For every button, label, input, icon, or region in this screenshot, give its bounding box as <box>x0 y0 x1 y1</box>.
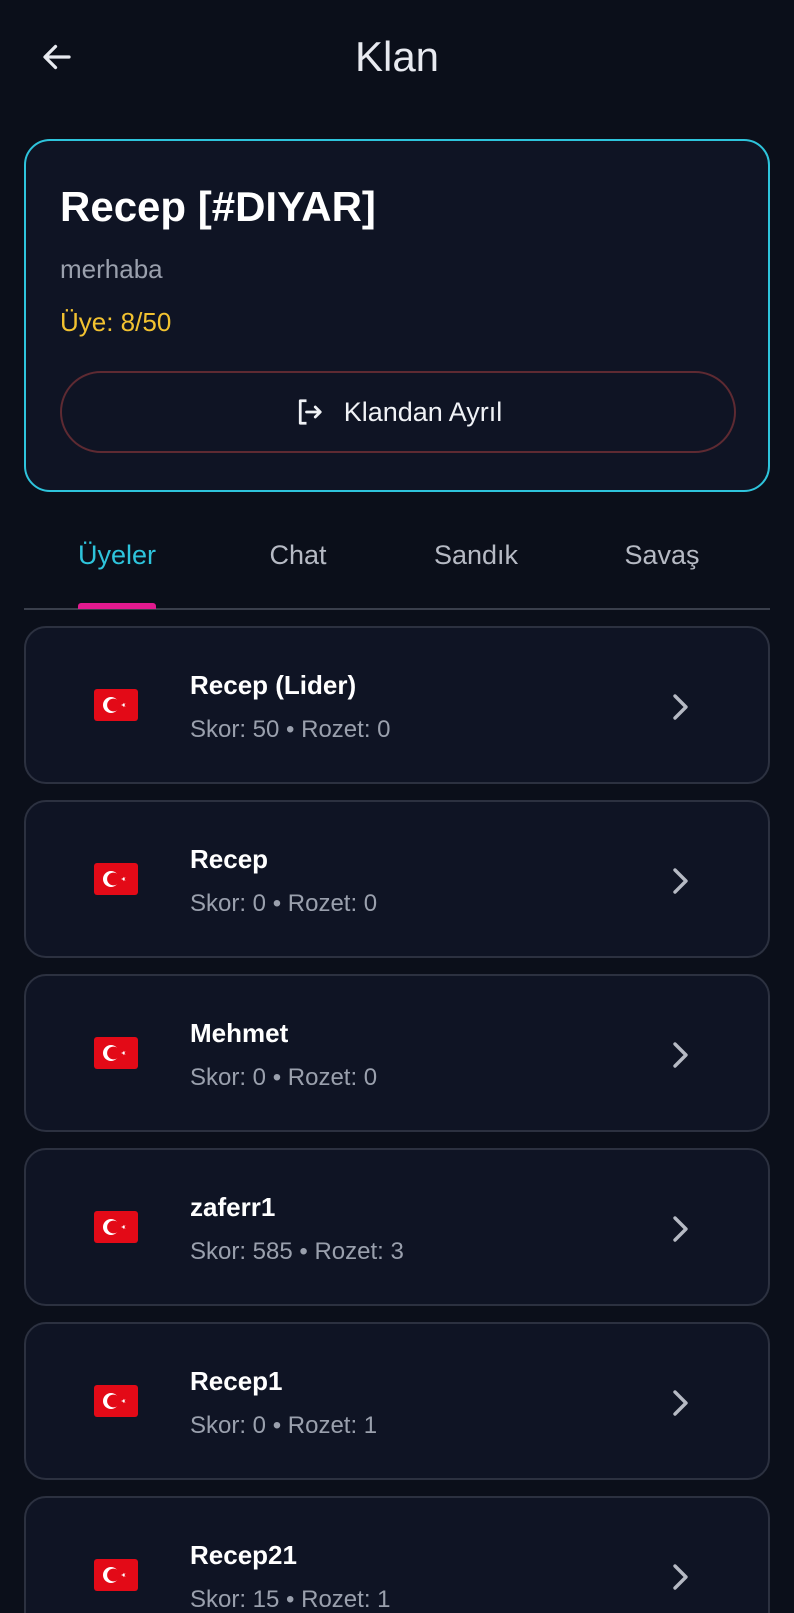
chevron-right-icon <box>673 1390 688 1416</box>
turkey-flag-icon <box>94 689 138 721</box>
app-header: Klan <box>0 0 794 112</box>
tab-members[interactable]: Üyeler <box>58 540 176 590</box>
logout-icon <box>298 399 322 425</box>
member-stats: Skor: 0 • Rozet: 0 <box>190 1064 378 1091</box>
member-stats: Skor: 585 • Rozet: 3 <box>190 1238 404 1265</box>
turkey-flag-icon <box>94 1211 138 1243</box>
member-name: Recep (Lider) <box>190 670 357 700</box>
clan-name: Recep [#DIYAR] <box>60 183 376 230</box>
member-name: Recep21 <box>190 1540 297 1570</box>
member-name: Recep <box>190 844 269 874</box>
clan-page: Klan Recep [#DIYAR] merhaba Üye: 8/50 Kl… <box>0 0 794 1613</box>
member-row[interactable]: zaferr1 Skor: 585 • Rozet: 3 <box>24 1148 770 1306</box>
leave-clan-button[interactable]: Klandan Ayrıl <box>60 371 736 453</box>
turkey-flag-icon <box>94 863 138 895</box>
member-name: Mehmet <box>190 1018 289 1048</box>
clan-member-count: Üye: 8/50 <box>60 307 172 337</box>
member-row[interactable]: Recep (Lider) Skor: 50 • Rozet: 0 <box>24 626 770 784</box>
member-stats: Skor: 0 • Rozet: 0 <box>190 890 378 917</box>
clan-info-card: Recep [#DIYAR] merhaba Üye: 8/50 Klandan… <box>24 139 770 492</box>
member-row[interactable]: Recep1 Skor: 0 • Rozet: 1 <box>24 1322 770 1480</box>
turkey-flag-icon <box>94 1559 138 1591</box>
active-tab-indicator <box>78 603 156 609</box>
clan-tabs: Üyeler Chat Sandık Savaş <box>24 520 770 610</box>
member-stats: Skor: 15 • Rozet: 1 <box>190 1586 391 1613</box>
chevron-right-icon <box>673 1564 688 1590</box>
chevron-right-icon <box>673 1216 688 1242</box>
tab-war[interactable]: Savaş <box>603 540 721 590</box>
member-row[interactable]: Recep Skor: 0 • Rozet: 0 <box>24 800 770 958</box>
member-stats: Skor: 50 • Rozet: 0 <box>190 716 391 743</box>
chevron-right-icon <box>673 1042 688 1068</box>
leave-clan-label: Klandan Ayrıl <box>343 396 503 427</box>
chevron-right-icon <box>673 694 688 720</box>
turkey-flag-icon <box>94 1385 138 1417</box>
turkey-flag-icon <box>94 1037 138 1069</box>
member-row[interactable]: Recep21 Skor: 15 • Rozet: 1 <box>24 1496 770 1613</box>
member-name: Recep1 <box>190 1366 283 1396</box>
member-stats: Skor: 0 • Rozet: 1 <box>190 1412 378 1439</box>
page-title: Klan <box>354 33 440 80</box>
member-row[interactable]: Mehmet Skor: 0 • Rozet: 0 <box>24 974 770 1132</box>
tab-chest[interactable]: Sandık <box>417 540 535 590</box>
tab-chat[interactable]: Chat <box>239 540 357 590</box>
chevron-right-icon <box>673 868 688 894</box>
clan-description: merhaba <box>60 254 163 284</box>
member-name: zaferr1 <box>190 1192 276 1222</box>
